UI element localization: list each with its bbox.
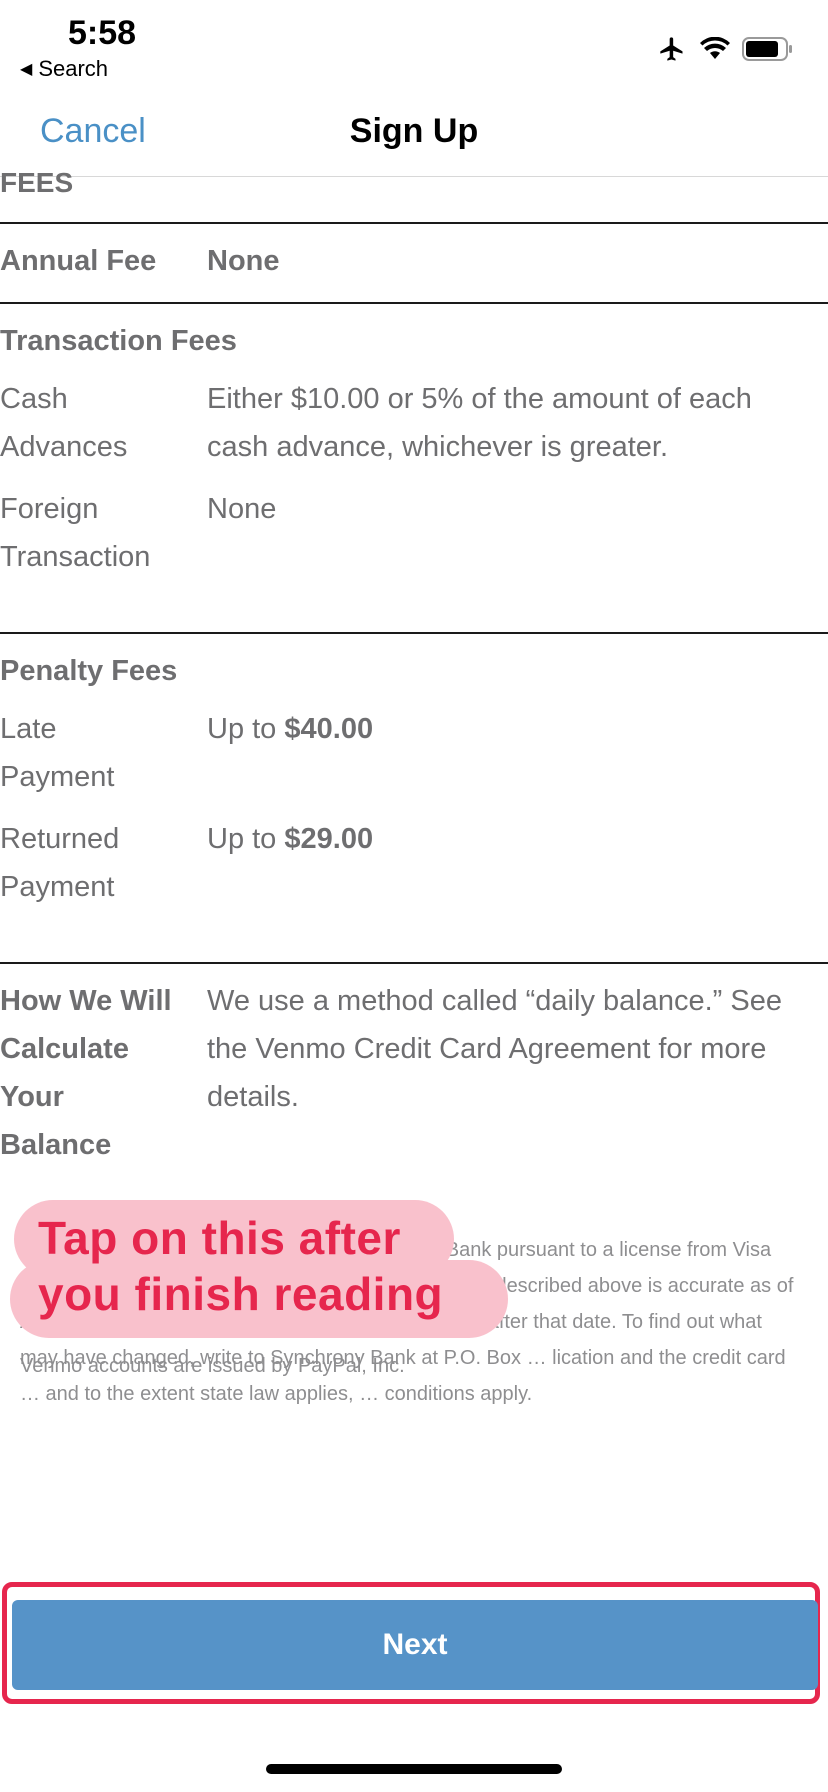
battery-icon <box>742 37 792 61</box>
divider <box>0 302 828 304</box>
status-bar: 5:58 ◀ Search <box>0 0 828 90</box>
balance-calculation-label: How We Will Calculate Your Balance <box>0 985 172 1161</box>
airplane-icon <box>660 37 683 61</box>
wifi-icon <box>700 37 730 59</box>
returned-payment-value: Up to $29.00 <box>207 823 374 855</box>
next-button-label: Next <box>382 1628 448 1661</box>
penalty-fees-heading: Penalty Fees <box>0 655 178 687</box>
tooltip-line-2: you finish reading <box>38 1268 444 1320</box>
cash-advances-label: Cash Advances <box>0 383 128 463</box>
divider <box>0 632 828 634</box>
page-title: Sign Up <box>349 112 479 150</box>
back-label: Search <box>38 56 109 81</box>
home-indicator[interactable] <box>266 1764 562 1774</box>
divider <box>0 962 828 964</box>
status-time: 5:58 <box>68 14 137 52</box>
foreign-transaction-label: Foreign Transaction <box>0 493 151 573</box>
late-payment-value: Up to $40.00 <box>207 713 374 745</box>
returned-payment-label: Returned Payment <box>0 823 120 903</box>
divider <box>0 222 828 224</box>
fees-heading: FEES <box>0 167 74 198</box>
back-triangle-icon: ◀ <box>20 61 33 78</box>
nav-bar: Cancel Sign Up <box>0 90 828 177</box>
late-payment-label: Late Payment <box>0 713 115 793</box>
late-payment-amount: $40.00 <box>284 713 374 745</box>
transaction-fees-heading: Transaction Fees <box>0 325 237 357</box>
foreign-transaction-value: None <box>207 493 277 525</box>
cash-advances-value: Either $10.00 or 5% of the amount of eac… <box>207 383 752 463</box>
balance-calculation-value: We use a method called “daily balance.” … <box>207 985 782 1113</box>
venmo-accounts-note: Venmo accounts are issued by PayPal, Inc… <box>20 1355 405 1377</box>
returned-payment-amount: $29.00 <box>284 823 374 855</box>
next-button[interactable]: Next <box>12 1600 818 1690</box>
back-to-search-link[interactable]: ◀ Search <box>20 56 108 82</box>
instruction-tooltip: Tap on this after you finish reading <box>10 1200 510 1338</box>
status-icons <box>656 34 794 64</box>
annual-fee-label: Annual Fee <box>0 245 157 277</box>
tooltip-text: Tap on this after you finish reading <box>38 1210 443 1322</box>
tooltip-line-1: Tap on this after <box>38 1212 401 1264</box>
annual-fee-value: None <box>207 245 280 277</box>
